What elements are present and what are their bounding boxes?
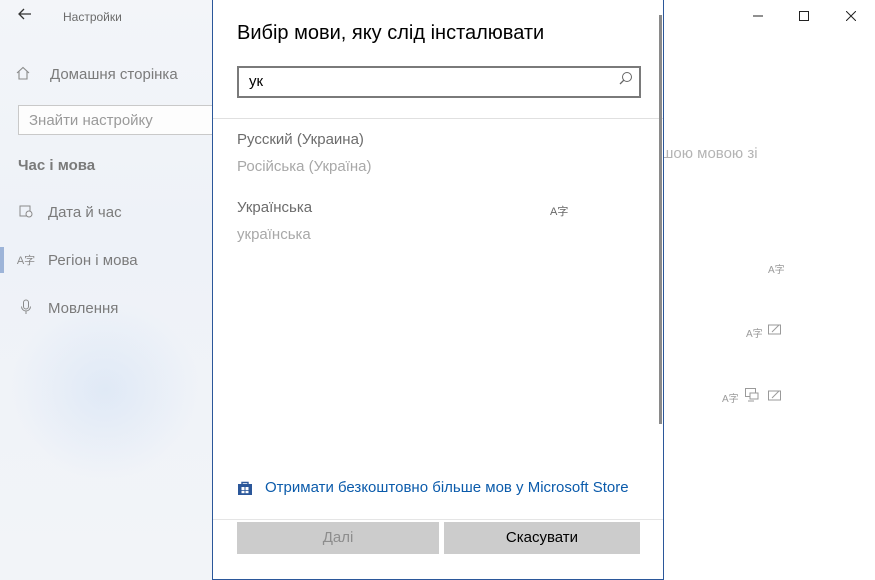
- language-option-ukrainian[interactable]: Українська українська: [237, 199, 312, 243]
- choose-language-dialog: Вибір мови, яку слід інсталювати ук Русс…: [212, 0, 664, 580]
- language-icon: A字: [16, 255, 36, 267]
- minimize-icon: [753, 15, 763, 17]
- close-icon: [846, 11, 856, 21]
- section-title: Час і мова: [18, 157, 96, 174]
- search-icon[interactable]: [619, 71, 633, 89]
- home-icon: [16, 66, 36, 83]
- footer-divider: [213, 519, 663, 520]
- language-feature-icon: A字: [768, 265, 785, 276]
- maximize-icon: [799, 11, 809, 21]
- nav-item-marker: [0, 295, 4, 321]
- language-search-input[interactable]: ук: [237, 66, 641, 98]
- dialog-divider: [213, 118, 663, 119]
- close-button[interactable]: [828, 0, 874, 32]
- nav-item-region-language[interactable]: A字 Регіон і мова: [0, 245, 212, 275]
- nav-home[interactable]: Домашня сторінка: [16, 62, 178, 86]
- nav-item-speech[interactable]: Мовлення: [0, 293, 212, 323]
- language-localized-name: українська: [237, 226, 311, 243]
- language-option-russian-ukraine[interactable]: Русский (Украина) Російська (Україна): [237, 131, 372, 175]
- dialog-title: Вибір мови, яку слід інсталювати: [237, 22, 545, 44]
- language-native-name: Русский (Украина): [237, 131, 364, 148]
- back-button[interactable]: [14, 5, 36, 27]
- nav-item-marker: [0, 199, 4, 225]
- microsoft-store-link[interactable]: Отримати безкоштовно більше мов у Micros…: [237, 479, 629, 496]
- nav-home-label: Домашня сторінка: [50, 65, 178, 83]
- settings-search-input[interactable]: Знайти настройку: [18, 105, 214, 135]
- nav-item-label: Мовлення: [48, 299, 119, 317]
- navigation-pane: Настройки Домашня сторінка Час і мова Да…: [0, 0, 212, 580]
- nav-item-label: Регіон і мова: [48, 251, 138, 269]
- background-description: ршою мовою зі: [653, 145, 758, 162]
- minimize-button[interactable]: [735, 0, 781, 32]
- microphone-icon: [16, 299, 36, 318]
- store-link-label: Отримати безкоштовно більше мов у Micros…: [265, 479, 629, 496]
- language-localized-name: Російська (Україна): [237, 158, 372, 175]
- scrollbar[interactable]: [659, 15, 662, 424]
- app-title: Настройки: [63, 10, 122, 24]
- speech-display-icon: [745, 388, 759, 405]
- nav-acrylic-glow: [10, 300, 200, 480]
- handwriting-icon: [768, 323, 782, 338]
- cancel-button[interactable]: Скасувати: [444, 522, 640, 554]
- arrow-left-icon: [18, 8, 31, 20]
- language-search-value: ук: [249, 73, 264, 90]
- display-language-icon: A字: [550, 206, 569, 218]
- language-native-name: Українська: [237, 199, 313, 216]
- nav-item-label: Дата й час: [48, 203, 122, 221]
- store-bag-icon: [237, 480, 253, 496]
- maximize-button[interactable]: [781, 0, 827, 32]
- language-feature-icon: A字: [746, 329, 763, 340]
- next-button[interactable]: Далі: [237, 522, 439, 554]
- nav-item-date-time[interactable]: Дата й час: [0, 197, 212, 227]
- nav-item-active-marker: [0, 247, 4, 273]
- language-feature-icon: A字: [722, 394, 739, 405]
- calendar-clock-icon: [16, 204, 36, 221]
- handwriting-icon: [768, 389, 782, 404]
